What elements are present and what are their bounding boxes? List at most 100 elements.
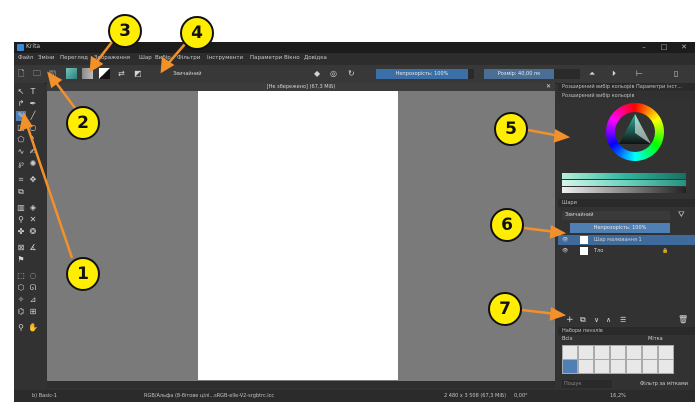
brush-preset-item[interactable]: [578, 359, 594, 374]
freehand-path-tool-icon[interactable]: ✍: [28, 147, 38, 157]
rectangle-tool-icon[interactable]: □: [16, 123, 26, 133]
brush-preset-item[interactable]: [562, 345, 578, 360]
mirror-horizontal-icon[interactable]: ⏶: [589, 68, 595, 80]
reference-images-tool-icon[interactable]: ⚑: [16, 255, 26, 265]
brush-preset-item-selected[interactable]: [562, 359, 578, 374]
filter-icon[interactable]: ⛛: [678, 210, 685, 220]
assistant-tool-icon[interactable]: ⊠: [16, 243, 26, 253]
fg-bg-color-icon[interactable]: [99, 68, 110, 79]
color-triangle[interactable]: [606, 103, 664, 161]
brush-preset-item[interactable]: [578, 345, 594, 360]
brush-tag-select[interactable]: Мітка: [648, 336, 678, 343]
wrap-around-icon[interactable]: ⊢: [636, 68, 643, 80]
ellipse-tool-icon[interactable]: ○: [28, 123, 38, 133]
polygon-tool-icon[interactable]: ⬠: [16, 135, 26, 145]
move-tool-icon[interactable]: ✥: [28, 175, 38, 185]
move-layer-up-icon[interactable]: ∧: [606, 315, 611, 325]
close-document-button[interactable]: ✕: [546, 83, 551, 91]
brush-preset-item[interactable]: [658, 345, 674, 360]
size-slider-track[interactable]: [554, 69, 580, 79]
text-tool-icon[interactable]: T: [28, 87, 38, 97]
document-canvas[interactable]: [198, 91, 398, 380]
save-document-icon[interactable]: 🖫: [49, 68, 56, 80]
brush-filter-select[interactable]: Всіх: [562, 336, 622, 343]
minimize-button[interactable]: –: [634, 42, 654, 53]
panel-toggle-icon[interactable]: ▯: [674, 68, 678, 80]
crop-tool-icon[interactable]: ⌗: [16, 175, 26, 185]
visibility-eye-icon[interactable]: 👁: [562, 246, 568, 256]
brush-preset-selector[interactable]: Звичайний: [161, 69, 207, 79]
brush-preset-item[interactable]: [642, 345, 658, 360]
freehand-brush-tool-icon[interactable]: ✎: [16, 111, 26, 121]
visibility-eye-icon[interactable]: 👁: [562, 235, 568, 245]
fill-tool-icon[interactable]: ◈: [28, 203, 38, 213]
swap-colors-icon[interactable]: ⇄: [118, 68, 125, 80]
multibrush-tool-icon[interactable]: ✺: [28, 159, 38, 169]
maximize-button[interactable]: □: [654, 42, 674, 53]
open-document-icon[interactable]: 🗀: [33, 68, 41, 80]
bezier-tool-icon[interactable]: ∿: [16, 147, 26, 157]
brush-preset-item[interactable]: [658, 359, 674, 374]
ellipse-select-tool-icon[interactable]: ◌: [28, 271, 38, 281]
tool-options-tab[interactable]: Параметри інст...: [636, 83, 682, 91]
size-slider[interactable]: Розмір: 40,00 пк: [484, 69, 554, 79]
edit-shapes-tool-icon[interactable]: ↱: [16, 99, 26, 109]
brush-filter-checkbox[interactable]: Фільтр за мітками: [640, 380, 688, 388]
pan-tool-icon[interactable]: ✋: [28, 323, 38, 333]
magnetic-select-tool-icon[interactable]: ⊞: [28, 307, 38, 317]
layer-row-background[interactable]: 👁 Тло 🔒: [558, 246, 695, 256]
menu-filters[interactable]: Фільтри: [177, 55, 200, 61]
delete-layer-icon[interactable]: 🗑: [678, 315, 688, 325]
blend-mode-select[interactable]: Звичайний: [562, 211, 670, 220]
calligraphy-tool-icon[interactable]: ✒: [28, 99, 38, 109]
colorize-mask-tool-icon[interactable]: ✤: [16, 227, 26, 237]
color-selector-tab[interactable]: Розширений вибір кольорів: [562, 84, 634, 90]
contiguous-select-tool-icon[interactable]: ✧: [16, 295, 26, 305]
brush-preset-item[interactable]: [594, 359, 610, 374]
measure-tool-icon[interactable]: ∡: [28, 243, 38, 253]
brush-preset-item[interactable]: [594, 345, 610, 360]
color-history-bar-1[interactable]: [562, 173, 686, 179]
menu-edit[interactable]: Зміни: [38, 55, 54, 61]
transform-tool-icon[interactable]: ⧉: [16, 187, 26, 197]
status-zoom[interactable]: 16,2%: [610, 393, 626, 399]
mirror-vertical-icon[interactable]: ⏵: [612, 68, 616, 80]
menu-layer[interactable]: Шар: [139, 55, 152, 61]
add-layer-icon[interactable]: +: [566, 315, 574, 325]
dynamic-brush-tool-icon[interactable]: ℘: [16, 159, 26, 169]
color-wheel[interactable]: [606, 103, 664, 161]
color-history-bar-2[interactable]: [562, 180, 686, 186]
eraser-icon[interactable]: ◆: [314, 68, 320, 80]
polygon-select-tool-icon[interactable]: ⬡: [16, 283, 26, 293]
menu-file[interactable]: Файл: [18, 55, 33, 61]
pattern-swatch-icon[interactable]: [82, 68, 93, 79]
alpha-lock-icon[interactable]: ◎: [330, 68, 337, 80]
canvas-area[interactable]: [Не збережено] (67,3 МіБ) ✕: [47, 83, 555, 381]
gradient-swatch-icon[interactable]: [66, 68, 77, 79]
new-document-icon[interactable]: 🗋: [18, 68, 24, 80]
menu-view[interactable]: Перегляд: [60, 55, 88, 61]
menu-settings[interactable]: Параметри: [250, 55, 282, 61]
rect-select-tool-icon[interactable]: ⬚: [16, 271, 26, 281]
brush-preset-item[interactable]: [610, 359, 626, 374]
bezier-select-tool-icon[interactable]: ⌬: [16, 307, 26, 317]
color-picker-tool-icon[interactable]: ⚲: [16, 215, 26, 225]
brush-preset-item[interactable]: [610, 345, 626, 360]
layer-properties-icon[interactable]: ☰: [620, 315, 626, 325]
fill-enclosed-tool-icon[interactable]: ❂: [28, 227, 38, 237]
opacity-slider-track[interactable]: [468, 69, 474, 79]
lock-icon[interactable]: 🔒: [662, 246, 668, 256]
brush-preset-item[interactable]: [626, 359, 642, 374]
horizontal-scrollbar[interactable]: [47, 381, 555, 388]
brush-search-input[interactable]: Пошук: [562, 380, 612, 388]
duplicate-layer-icon[interactable]: ⧉: [580, 315, 586, 325]
layer-row-paint-layer-1[interactable]: 👁 Шар малювання 1: [558, 235, 695, 245]
opacity-slider[interactable]: Непрозорість: 100%: [376, 69, 468, 79]
menu-image[interactable]: Зображення: [94, 55, 130, 61]
polyline-tool-icon[interactable]: ⌇: [28, 135, 38, 145]
layer-opacity-slider[interactable]: Непрозорість: 100%: [570, 223, 670, 233]
layer-name[interactable]: Тло: [594, 246, 603, 256]
layer-name[interactable]: Шар малювання 1: [594, 235, 642, 245]
menu-window[interactable]: Вікно: [284, 55, 300, 61]
status-rotation[interactable]: 0,00°: [514, 393, 528, 399]
